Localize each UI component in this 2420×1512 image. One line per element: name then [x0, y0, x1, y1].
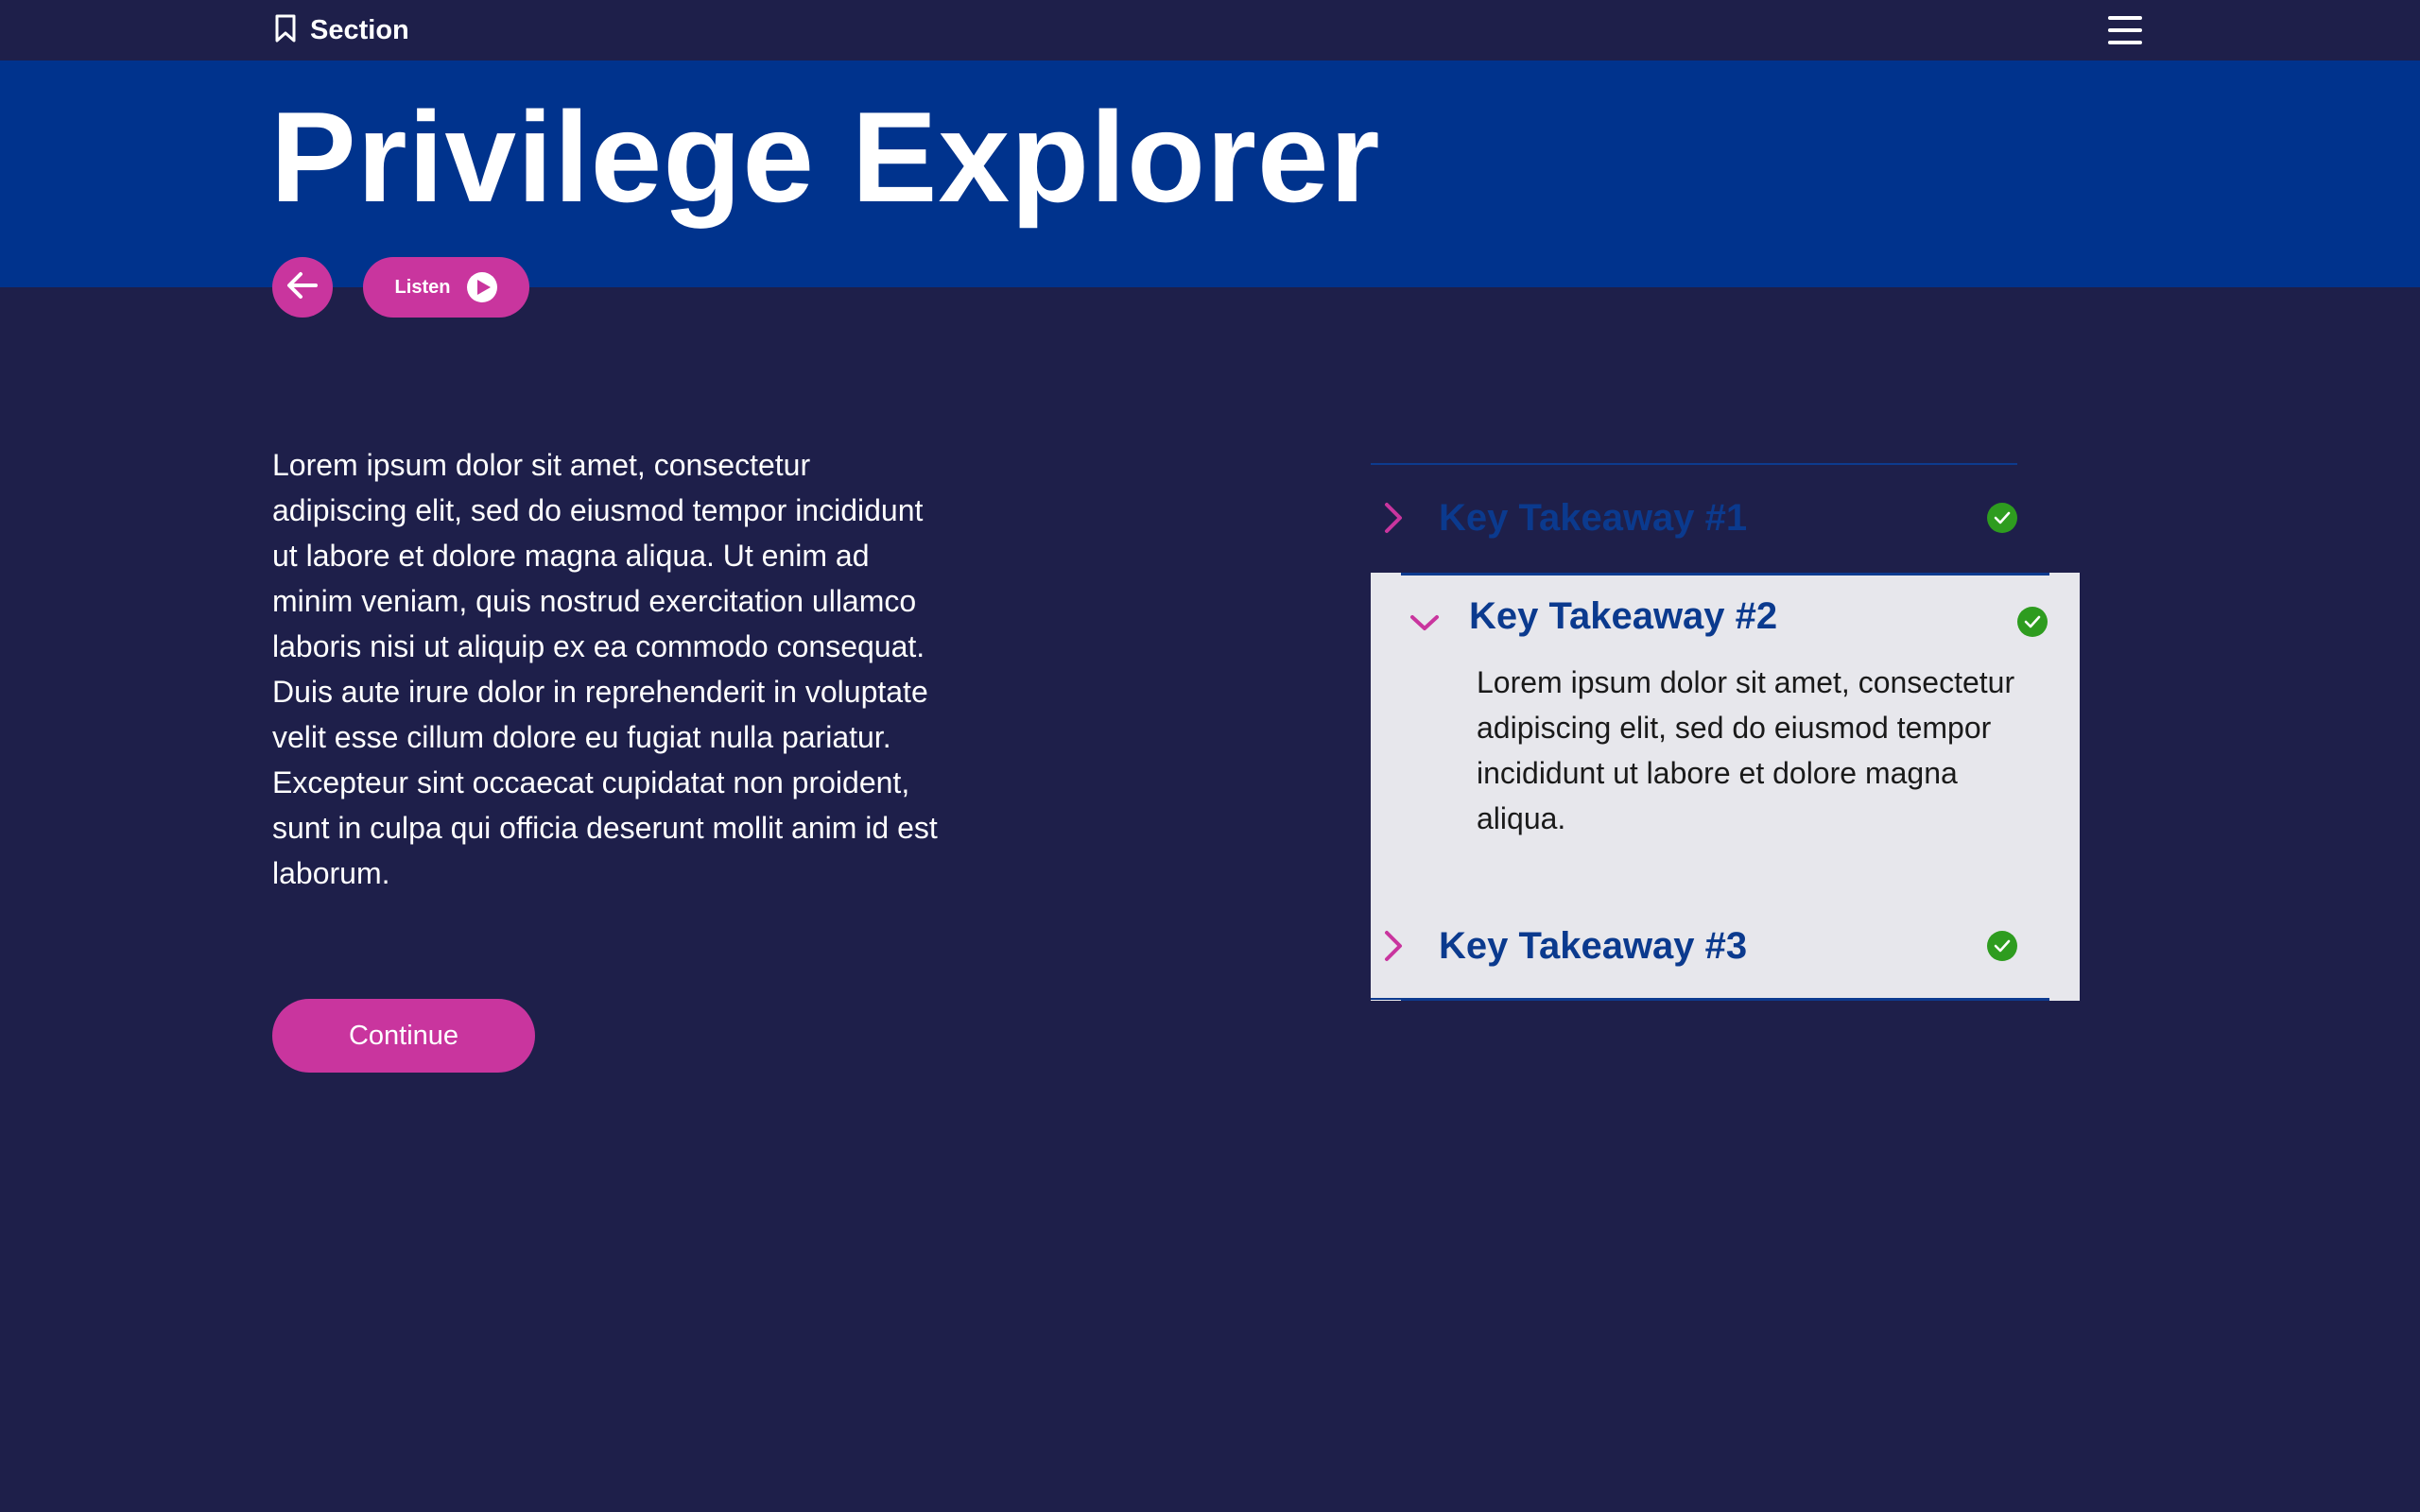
arrow-left-icon	[284, 266, 321, 309]
page-title: Privilege Explorer	[270, 85, 1381, 229]
bookmark-icon	[272, 13, 299, 48]
divider	[1371, 998, 2017, 1000]
play-icon	[467, 272, 498, 302]
listen-label: Listen	[394, 276, 451, 298]
listen-button[interactable]: Listen	[363, 257, 529, 318]
continue-button[interactable]: Continue	[272, 999, 535, 1073]
chevron-right-icon	[1385, 503, 1402, 533]
section-link[interactable]: Section	[272, 13, 409, 47]
chevron-down-icon[interactable]	[1409, 612, 1441, 633]
check-icon	[1987, 931, 2017, 961]
accordion-item-1[interactable]: Key Takeaway #1	[1371, 465, 2017, 571]
check-icon	[1987, 503, 2017, 533]
section-label: Section	[310, 14, 409, 45]
check-icon	[2017, 607, 2048, 637]
back-button[interactable]	[272, 257, 333, 318]
accordion-item-title: Key Takeaway #3	[1439, 925, 1748, 967]
accordion-item-title: Key Takeaway #1	[1439, 497, 1748, 539]
page: Section Privilege Explorer Listen Lorem …	[0, 0, 2420, 1512]
accordion-item-body: Lorem ipsum dolor sit amet, consectetur …	[1477, 665, 2015, 835]
accordion-item-title[interactable]: Key Takeaway #2	[1469, 595, 1777, 638]
hamburger-menu-icon[interactable]	[2106, 13, 2144, 47]
divider	[1401, 573, 2049, 576]
body-text: Lorem ipsum dolor sit amet, consectetur …	[272, 448, 938, 890]
top-bar: Section	[0, 0, 2420, 60]
accordion-item-3[interactable]: Key Takeaway #3	[1371, 893, 2017, 999]
chevron-right-icon	[1385, 931, 1402, 961]
